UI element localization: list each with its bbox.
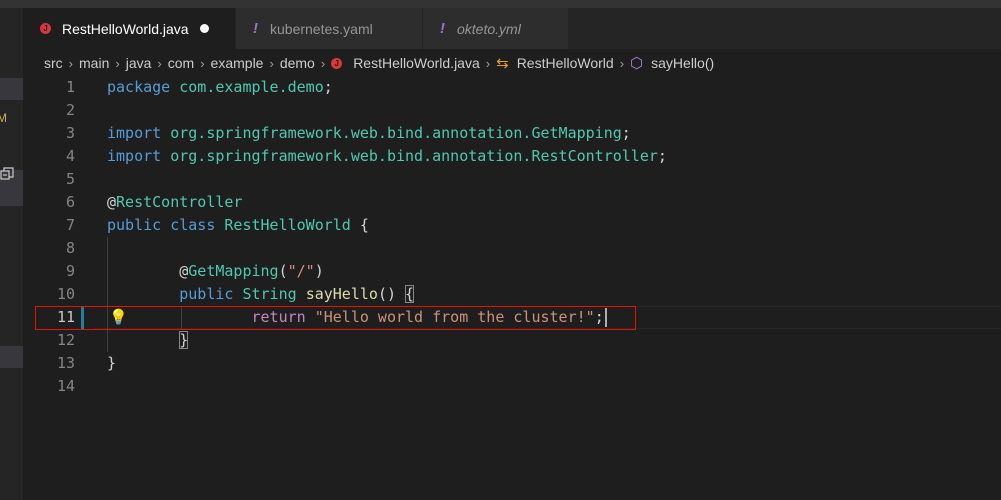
- code-line[interactable]: 5: [23, 168, 1001, 191]
- breadcrumb-src[interactable]: src: [44, 55, 63, 71]
- tab-resthelloworld-java[interactable]: J RestHelloWorld.java: [23, 8, 236, 49]
- explorer-sidebar-edge: M: [0, 8, 23, 500]
- code-text: }: [107, 354, 117, 372]
- java-file-icon: J: [331, 57, 343, 69]
- code-text: package com.example.demo;: [107, 78, 333, 96]
- line-number: 7: [65, 216, 75, 234]
- code-line[interactable]: 4 import org.springframework.web.bind.ann…: [23, 145, 1001, 168]
- chevron-right-icon: ›: [68, 55, 74, 71]
- breadcrumb-example[interactable]: example: [211, 55, 264, 71]
- code-text: public String sayHello() {: [179, 285, 415, 303]
- breadcrumb-class-label: RestHelloWorld: [516, 55, 614, 71]
- code-line[interactable]: 8: [23, 237, 1001, 260]
- chevron-right-icon: ›: [157, 55, 162, 71]
- code-text: }: [179, 331, 189, 349]
- indent-guide: [181, 306, 182, 329]
- code-text: @GetMapping("/"): [179, 262, 324, 280]
- breadcrumb-main[interactable]: main: [79, 55, 109, 71]
- tab-label: kubernetes.yaml: [270, 20, 373, 37]
- line-number: 10: [56, 285, 75, 303]
- line-number: 11: [56, 308, 75, 326]
- method-symbol-icon: ⬡: [630, 55, 644, 72]
- tab-okteto-yml[interactable]: ! okteto.yml: [423, 8, 569, 49]
- collapse-all-icon[interactable]: [0, 167, 14, 183]
- code-text: import org.springframework.web.bind.anno…: [107, 124, 631, 142]
- tab-kubernetes-yaml[interactable]: ! kubernetes.yaml: [236, 8, 423, 49]
- breadcrumb-java[interactable]: java: [126, 55, 152, 71]
- line-number: 2: [65, 101, 75, 119]
- yaml-file-icon: !: [253, 20, 258, 37]
- indent-guide: [107, 237, 108, 352]
- code-line[interactable]: 13}: [23, 352, 1001, 375]
- modified-line-marker: [81, 306, 84, 329]
- chevron-right-icon: ›: [320, 55, 326, 71]
- line-number: 13: [56, 354, 75, 372]
- line-number: 1: [65, 78, 75, 96]
- code-line[interactable]: 12 }: [23, 329, 1001, 352]
- unsaved-dot-icon[interactable]: [199, 24, 209, 33]
- tab-label: okteto.yml: [457, 20, 521, 37]
- code-editor[interactable]: 1 package com.example.demo; 2 3 import org.s…: [23, 76, 1001, 500]
- line-number: 4: [65, 147, 75, 165]
- java-file-icon: J: [40, 23, 51, 34]
- chevron-right-icon: ›: [115, 55, 120, 71]
- line-number: 6: [65, 193, 75, 211]
- code-line[interactable]: 1 package com.example.demo;: [23, 76, 1001, 99]
- code-text: public class RestHelloWorld {: [107, 216, 369, 234]
- tab-label: RestHelloWorld.java: [62, 20, 189, 37]
- breadcrumb-method[interactable]: ⬡ sayHello(): [630, 54, 714, 72]
- chevron-right-icon: ›: [619, 55, 625, 71]
- code-line[interactable]: 10 public String sayHello() {: [23, 283, 1001, 306]
- code-line[interactable]: 💡 11 return "Hello world from the cluster…: [23, 306, 1001, 329]
- chevron-right-icon: ›: [200, 55, 205, 71]
- code-line[interactable]: 9 @GetMapping("/"): [23, 260, 1001, 283]
- code-text: @RestController: [107, 193, 243, 211]
- line-number: 9: [65, 262, 75, 280]
- code-line[interactable]: 7 public class RestHelloWorld {: [23, 214, 1001, 237]
- sidebar-row[interactable]: [0, 346, 23, 368]
- code-line[interactable]: 6 @RestController: [23, 191, 1001, 214]
- breadcrumb-file[interactable]: J RestHelloWorld.java: [331, 55, 480, 71]
- editor-tab-bar: J RestHelloWorld.java ! kubernetes.yaml …: [23, 8, 1001, 49]
- code-line[interactable]: 2: [23, 99, 1001, 122]
- line-number: 8: [65, 239, 75, 257]
- breadcrumb: src › main › java › com › example › demo…: [44, 52, 714, 74]
- chevron-right-icon: ›: [269, 55, 274, 71]
- line-number: 5: [65, 170, 75, 188]
- breadcrumb-demo[interactable]: demo: [280, 55, 315, 71]
- breadcrumb-file-label: RestHelloWorld.java: [353, 55, 480, 71]
- text-cursor: [604, 308, 607, 327]
- line-number: 12: [56, 331, 75, 349]
- breadcrumb-method-label: sayHello(): [651, 55, 715, 71]
- title-bar-strip: [0, 0, 1001, 8]
- modified-badge: M: [0, 111, 7, 125]
- class-symbol-icon: ⇆: [496, 55, 509, 72]
- yaml-file-icon: !: [440, 20, 445, 37]
- breadcrumb-com[interactable]: com: [168, 55, 194, 71]
- line-number: 14: [56, 377, 75, 395]
- chevron-right-icon: ›: [485, 55, 491, 71]
- breadcrumb-class[interactable]: ⇆ RestHelloWorld: [496, 54, 614, 72]
- code-line[interactable]: 14: [23, 375, 1001, 398]
- code-line[interactable]: 3 import org.springframework.web.bind.ann…: [23, 122, 1001, 145]
- code-text: import org.springframework.web.bind.anno…: [107, 147, 667, 165]
- line-number: 3: [65, 124, 75, 142]
- sidebar-selected-row[interactable]: [0, 78, 23, 100]
